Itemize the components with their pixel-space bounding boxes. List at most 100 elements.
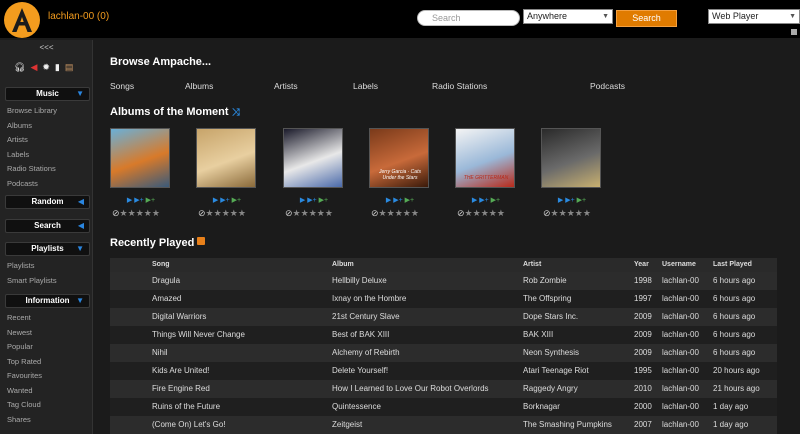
sidebar-item-browse-library[interactable]: Browse Library [7,104,57,119]
cell-user[interactable]: lachlan-00 [662,272,699,290]
cell-user[interactable]: lachlan-00 [662,380,699,398]
album-cover[interactable] [283,128,343,188]
add-to-playlist-icon[interactable]: ▶+ [146,197,155,204]
user-name-link[interactable]: lachlan-00 (0) [48,11,109,22]
search-button[interactable]: Search [616,10,677,27]
star-icon[interactable]: ★ [497,208,505,218]
clear-rating-icon[interactable]: ⊘ [198,208,206,218]
play-icon[interactable]: ▶ [300,197,305,204]
clear-rating-icon[interactable]: ⊘ [112,208,120,218]
sidebar-section-playlists[interactable]: Playlists ▼ [5,242,90,256]
album-cover[interactable]: THE GRITTERMAN [455,128,515,188]
star-icon[interactable]: ★ [551,208,559,218]
clear-rating-icon[interactable]: ⊘ [543,208,551,218]
cell-song[interactable]: Digital Warriors [152,308,206,326]
col-year[interactable]: Year [634,258,649,272]
cell-artist[interactable]: BAK XIII [523,326,553,344]
col-last-played[interactable]: Last Played [713,258,752,272]
star-icon[interactable]: ★ [583,208,591,218]
clear-rating-icon[interactable]: ⊘ [371,208,379,218]
browse-link-podcasts[interactable]: Podcasts [590,81,625,91]
table-row[interactable]: Kids Are United! Delete Yourself! Atari Te… [110,362,777,380]
cell-user[interactable]: lachlan-00 [662,308,699,326]
play-next-icon[interactable]: ▶+ [220,197,229,204]
play-icon[interactable]: ▶ [386,197,391,204]
play-icon[interactable]: ▶ [472,197,477,204]
star-icon[interactable]: ★ [395,208,403,218]
sidebar-collapse-button[interactable]: <<< [0,43,93,52]
sidebar-section-search[interactable]: Search ◀ [5,219,90,233]
play-next-icon[interactable]: ▶+ [479,197,488,204]
album-cover[interactable] [541,128,601,188]
add-to-playlist-icon[interactable]: ▶+ [491,197,500,204]
sidebar-section-information[interactable]: Information ▼ [5,294,90,308]
sidebar-item-podcasts[interactable]: Podcasts [7,177,57,192]
play-icon[interactable]: ▶ [127,197,132,204]
star-icon[interactable]: ★ [465,208,473,218]
star-icon[interactable]: ★ [309,208,317,218]
cell-song[interactable]: (Come On) Let's Go! [152,416,226,434]
col-song[interactable]: Song [152,258,170,272]
shuffle-icon[interactable]: ⤨ [232,107,240,118]
cell-artist[interactable]: Atari Teenage Riot [523,362,589,380]
sidebar-item-recent[interactable]: Recent [7,311,42,326]
sidebar-item-shares[interactable]: Shares [7,413,42,428]
album-cover[interactable]: Jerry Garcia · Cats Under the Stars [369,128,429,188]
sidebar-item-radio-stations[interactable]: Radio Stations [7,162,57,177]
star-icon[interactable]: ★ [136,208,144,218]
cell-artist[interactable]: Neon Synthesis [523,344,579,362]
cell-album[interactable]: Hellbilly Deluxe [332,272,387,290]
cell-album[interactable]: Zeitgeist [332,416,362,434]
table-row[interactable]: (Come On) Let's Go! Zeitgeist The Smashing… [110,416,777,434]
cell-user[interactable]: lachlan-00 [662,362,699,380]
clear-rating-icon[interactable]: ⊘ [285,208,293,218]
star-icon[interactable]: ★ [559,208,567,218]
table-row[interactable]: Nihil Alchemy of Rebirth Neon Synthesis 200… [110,344,777,362]
sidebar-item-popular[interactable]: Popular [7,340,42,355]
sidebar-item-labels[interactable]: Labels [7,148,57,163]
rss-icon[interactable] [197,237,206,245]
cell-user[interactable]: lachlan-00 [662,344,699,362]
cell-artist[interactable]: The Offspring [523,290,571,308]
clear-rating-icon[interactable]: ⊘ [457,208,465,218]
star-icon[interactable]: ★ [411,208,419,218]
star-icon[interactable]: ★ [120,208,128,218]
headphones-icon[interactable]: 🎧︎ [14,62,25,73]
add-to-playlist-icon[interactable]: ▶+ [319,197,328,204]
search-input[interactable] [417,10,520,26]
star-icon[interactable]: ★ [489,208,497,218]
star-icon[interactable]: ★ [230,208,238,218]
sidebar-section-music[interactable]: Music ▼ [5,87,90,101]
sidebar-item-wanted[interactable]: Wanted [7,384,42,399]
volume-mute-icon[interactable]: ◀ [30,62,37,73]
col-username[interactable]: Username [662,258,696,272]
cell-user[interactable]: lachlan-00 [662,416,699,434]
star-icon[interactable]: ★ [238,208,246,218]
cell-artist[interactable]: Borknagar [523,398,560,416]
browse-link-songs[interactable]: Songs [110,81,134,91]
star-icon[interactable]: ★ [387,208,395,218]
table-row[interactable]: Dragula Hellbilly Deluxe Rob Zombie 1998 lac… [110,272,777,290]
star-icon[interactable]: ★ [325,208,333,218]
cell-user[interactable]: lachlan-00 [662,290,699,308]
player-select[interactable]: Web Player ▼ [708,9,800,24]
col-album[interactable]: Album [332,258,354,272]
star-icon[interactable]: ★ [317,208,325,218]
cell-user[interactable]: lachlan-00 [662,398,699,416]
cell-song[interactable]: Dragula [152,272,180,290]
add-to-playlist-icon[interactable]: ▶+ [232,197,241,204]
cell-album[interactable]: Alchemy of Rebirth [332,344,400,362]
cell-artist[interactable]: Dope Stars Inc. [523,308,578,326]
table-row[interactable]: Amazed Ixnay on the Hombre The Offspring 19… [110,290,777,308]
play-next-icon[interactable]: ▶+ [393,197,402,204]
star-icon[interactable]: ★ [206,208,214,218]
play-next-icon[interactable]: ▶+ [565,197,574,204]
play-next-icon[interactable]: ▶+ [307,197,316,204]
star-icon[interactable]: ★ [575,208,583,218]
star-icon[interactable]: ★ [567,208,575,218]
sidebar-item-smart-playlists[interactable]: Smart Playlists [7,274,57,289]
search-type-select[interactable]: Anywhere ▼ [523,9,613,24]
cell-song[interactable]: Kids Are United! [152,362,209,380]
ampache-logo[interactable] [4,2,40,38]
table-row[interactable]: Digital Warriors 21st Century Slave Dope S… [110,308,777,326]
